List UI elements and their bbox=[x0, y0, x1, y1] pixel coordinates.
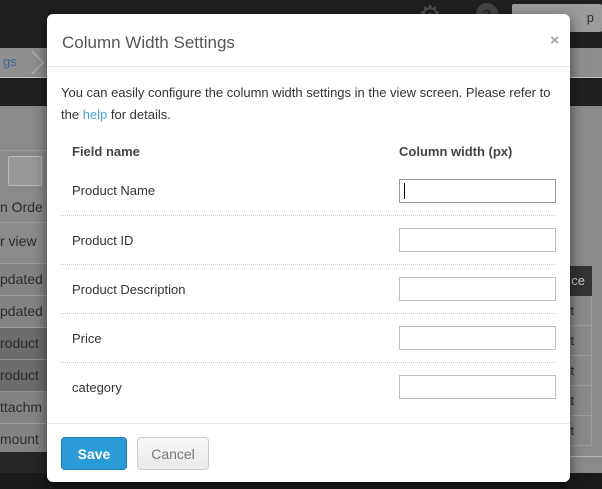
input-wrapper bbox=[399, 326, 556, 350]
view-name-fragment: r view bbox=[0, 233, 37, 249]
dialog-body: You can easily configure the column widt… bbox=[47, 67, 570, 411]
text-caret bbox=[404, 183, 405, 199]
description-text: for details. bbox=[107, 107, 171, 122]
input-wrapper bbox=[399, 179, 556, 203]
width-input-price[interactable] bbox=[399, 326, 556, 350]
field-label: category bbox=[72, 380, 399, 395]
column-width-header: Column width (px) bbox=[399, 144, 556, 159]
help-link[interactable]: help bbox=[83, 107, 108, 122]
dialog-footer: Save Cancel bbox=[47, 423, 570, 470]
input-wrapper bbox=[399, 277, 556, 301]
screen: ⚙ ? p gs n Orde r view pdated pdated rod… bbox=[0, 0, 602, 489]
list-item: ttachm bbox=[0, 392, 47, 424]
list-item: roduct bbox=[0, 360, 47, 392]
field-row-category: category bbox=[61, 362, 556, 411]
list-item: pdated bbox=[0, 296, 47, 328]
field-name-header: Field name bbox=[72, 144, 399, 159]
width-input-category[interactable] bbox=[399, 375, 556, 399]
table-header-row: Field name Column width (px) bbox=[61, 136, 556, 166]
field-row-price: Price bbox=[61, 313, 556, 362]
field-label: Product ID bbox=[72, 233, 399, 248]
width-input-product-description[interactable] bbox=[399, 277, 556, 301]
width-input-product-name[interactable] bbox=[399, 179, 556, 203]
field-row-product-id: Product ID bbox=[61, 215, 556, 264]
list-item: roduct bbox=[0, 328, 47, 360]
toolbar-button bbox=[8, 156, 42, 186]
breadcrumb-link: gs bbox=[3, 54, 17, 69]
field-list: pdated pdated roduct roduct ttachm mount bbox=[0, 263, 47, 456]
page-heading-fragment: n Orde bbox=[0, 199, 43, 215]
list-item: pdated bbox=[0, 264, 47, 296]
save-button[interactable]: Save bbox=[61, 437, 127, 470]
column-width-settings-dialog: Column Width Settings × You can easily c… bbox=[47, 14, 570, 482]
width-input-product-id[interactable] bbox=[399, 228, 556, 252]
field-label: Price bbox=[72, 331, 399, 346]
input-wrapper bbox=[399, 228, 556, 252]
dialog-header: Column Width Settings × bbox=[47, 14, 570, 67]
divider bbox=[0, 150, 47, 151]
divider bbox=[0, 222, 47, 223]
field-label: Product Description bbox=[72, 282, 399, 297]
dialog-title: Column Width Settings bbox=[62, 33, 235, 53]
dialog-description: You can easily configure the column widt… bbox=[61, 82, 558, 126]
input-wrapper bbox=[399, 375, 556, 399]
cancel-button[interactable]: Cancel bbox=[137, 437, 209, 470]
field-row-product-description: Product Description bbox=[61, 264, 556, 313]
field-row-product-name: Product Name bbox=[61, 166, 556, 215]
chevron-right-icon bbox=[20, 50, 44, 74]
close-icon[interactable]: × bbox=[550, 33, 559, 48]
field-label: Product Name bbox=[72, 183, 399, 198]
